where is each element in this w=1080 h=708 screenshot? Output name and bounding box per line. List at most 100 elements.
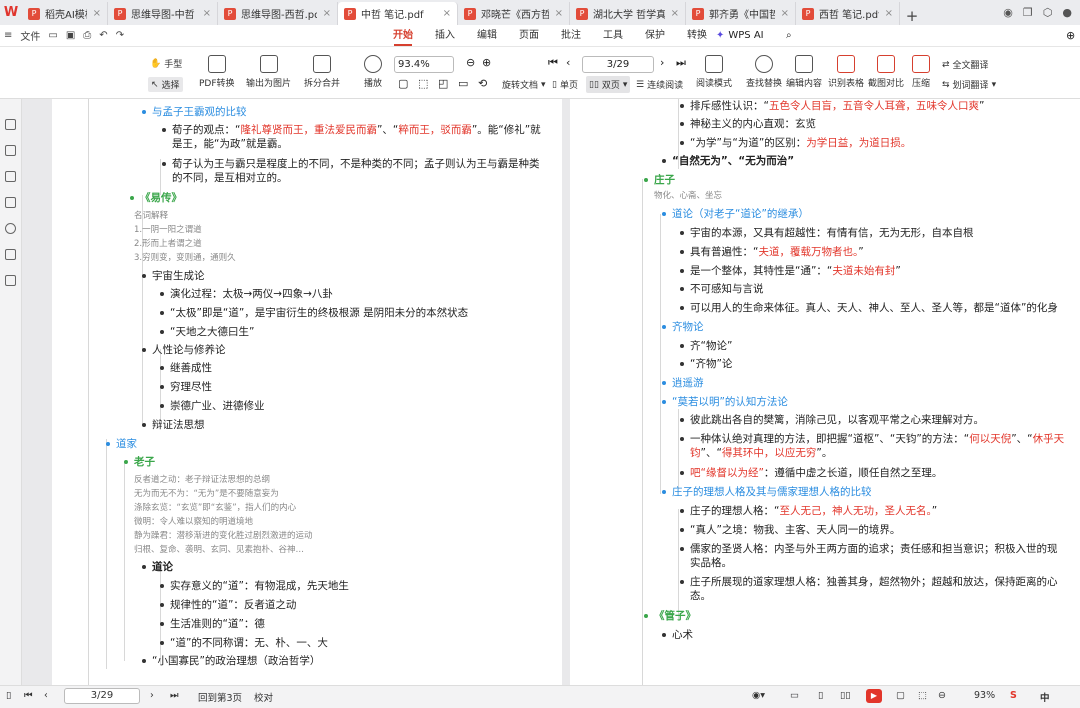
export-image-button[interactable]: 输出为图片 bbox=[246, 55, 291, 89]
ime-language[interactable]: 中 bbox=[1040, 690, 1050, 704]
menu-item-5[interactable]: 工具 bbox=[592, 25, 634, 47]
pdf-convert-button[interactable]: PDF转换 bbox=[199, 55, 235, 89]
page-input[interactable]: 3/29 bbox=[582, 56, 654, 73]
close-icon[interactable]: × bbox=[885, 8, 893, 19]
text-segment: ”、“ bbox=[700, 447, 722, 459]
read-mode-button[interactable]: 阅读模式 bbox=[696, 55, 732, 89]
rotate-document-button[interactable]: 旋转文档 ▾ bbox=[502, 78, 546, 92]
zoom-in-icon[interactable]: ⊕ bbox=[482, 56, 491, 69]
compress-button[interactable]: 压缩 bbox=[912, 55, 930, 89]
undo-icon[interactable]: ↶ bbox=[99, 30, 107, 41]
double-page-button[interactable]: ▯▯ 双页 ▾ bbox=[586, 76, 631, 93]
menu-item-0[interactable]: 开始 bbox=[382, 25, 424, 47]
prev-page-icon[interactable]: ‹ bbox=[566, 56, 570, 69]
document-area: 与孟子王霸观的比较 荀子的观点：“隆礼尊贤而王，重法爱民而霸”、“粹而王，驳而霸”… bbox=[22, 99, 1080, 685]
tab-6[interactable]: P 郭齐勇《中国哲学史》 × bbox=[686, 2, 796, 25]
close-icon[interactable]: × bbox=[93, 8, 101, 19]
search-icon[interactable]: ⌕ bbox=[786, 30, 792, 41]
select-tool[interactable]: ↖ 选择 bbox=[148, 77, 183, 92]
double-view-icon[interactable]: ▯ bbox=[818, 690, 823, 701]
split-merge-button[interactable]: 拆分合并 bbox=[304, 55, 340, 89]
signature-icon[interactable] bbox=[5, 249, 16, 260]
zoom-out-icon[interactable]: ⊖ bbox=[938, 690, 946, 701]
close-icon[interactable]: × bbox=[671, 8, 679, 19]
save-icon[interactable]: ▣ bbox=[66, 30, 75, 41]
tab-7[interactable]: P 西哲 笔记.pdf × bbox=[796, 2, 900, 25]
close-icon[interactable]: × bbox=[781, 8, 789, 19]
find-replace-button[interactable]: 查找替换 bbox=[746, 55, 782, 89]
zoom-out-icon[interactable]: ⊖ bbox=[466, 56, 475, 69]
next-page-icon[interactable]: › bbox=[660, 56, 664, 69]
zoom-level[interactable]: 93% bbox=[974, 690, 995, 701]
prev-page-icon[interactable]: ‹ bbox=[44, 690, 48, 701]
comment-icon[interactable] bbox=[5, 197, 16, 208]
ime-icon[interactable]: S bbox=[1010, 690, 1017, 701]
menu-item-2[interactable]: 编辑 bbox=[466, 25, 508, 47]
attachment-icon[interactable] bbox=[5, 223, 16, 234]
menu-icon[interactable]: ≡ bbox=[4, 30, 12, 41]
recognize-table-button[interactable]: 识别表格 bbox=[828, 55, 864, 89]
menu-item-4[interactable]: 批注 bbox=[550, 25, 592, 47]
first-page-icon[interactable]: ⏮ bbox=[24, 690, 33, 701]
print-icon[interactable]: ⎙ bbox=[83, 30, 91, 41]
close-icon[interactable]: × bbox=[555, 8, 563, 19]
continuous-read-button[interactable]: ☰ 连续阅读 bbox=[636, 78, 683, 92]
wps-logo-icon[interactable]: W bbox=[0, 0, 22, 25]
tab-5[interactable]: P 湖北大学 哲学真题200 × bbox=[570, 2, 686, 25]
bookmark-icon[interactable] bbox=[5, 119, 16, 130]
menu-item-7[interactable]: 转换 bbox=[676, 25, 718, 47]
fit-icon[interactable]: ▢ bbox=[398, 77, 408, 90]
file-menu[interactable]: 文件 bbox=[20, 28, 40, 43]
tab-1[interactable]: P 思维导图-中哲 × bbox=[108, 2, 218, 25]
tab-4[interactable]: P 邓晓芒《西方哲学史》 × bbox=[458, 2, 570, 25]
tab-3[interactable]: P 中哲 笔记.pdf × bbox=[338, 2, 458, 25]
wps-ai-button[interactable]: ✦ WPS AI bbox=[716, 30, 764, 41]
redo-icon[interactable]: ↷ bbox=[116, 30, 124, 41]
layers-icon[interactable] bbox=[5, 275, 16, 286]
folder-icon[interactable]: ▭ bbox=[48, 30, 57, 41]
last-page-icon[interactable]: ⏭ bbox=[676, 56, 686, 70]
play-button[interactable]: 播放 bbox=[364, 55, 382, 89]
play-icon[interactable]: ▶ bbox=[866, 689, 882, 703]
menu-item-3[interactable]: 页面 bbox=[508, 25, 550, 47]
single-page-button[interactable]: ▯ 单页 bbox=[552, 78, 578, 92]
eye-icon[interactable]: ◉▾ bbox=[752, 690, 765, 701]
close-icon[interactable]: × bbox=[323, 8, 331, 19]
double-page-icon: ▯▯ bbox=[589, 79, 599, 90]
restore-icon[interactable]: ❐ bbox=[1023, 6, 1033, 19]
hand-tool[interactable]: ✋ 手型 bbox=[150, 57, 182, 71]
menu-item-1[interactable]: 插入 bbox=[424, 25, 466, 47]
expand-icon[interactable]: ⊕ bbox=[1066, 29, 1075, 42]
close-icon[interactable]: × bbox=[203, 8, 211, 19]
menu-item-6[interactable]: 保护 bbox=[634, 25, 676, 47]
proofread-button[interactable]: 校对 bbox=[254, 690, 273, 704]
zoom-input[interactable]: 93.4% bbox=[394, 56, 454, 73]
tab-2[interactable]: P 思维导图-西哲.pdf（已 × bbox=[218, 2, 338, 25]
first-page-icon[interactable]: ⏮ bbox=[548, 56, 558, 70]
translate-select-button[interactable]: ⇆ 划词翻译 ▾ bbox=[942, 78, 996, 92]
status-page-input[interactable]: 3/29 bbox=[64, 688, 140, 704]
sidebar-toggle-icon[interactable]: ▯ bbox=[6, 690, 11, 701]
image-icon[interactable] bbox=[5, 171, 16, 182]
avatar[interactable]: ● bbox=[1062, 6, 1072, 19]
box-icon[interactable]: ⬡ bbox=[1043, 6, 1053, 19]
fit-icon[interactable]: ▢ bbox=[896, 690, 905, 701]
translate-full-button[interactable]: ⇄ 全文翻译 bbox=[942, 58, 989, 72]
account-icon[interactable]: ◉ bbox=[1003, 6, 1013, 19]
new-tab-button[interactable]: + bbox=[900, 7, 924, 25]
fit-width-icon[interactable]: ⬚ bbox=[418, 77, 428, 90]
rotate-icon[interactable]: ⟲ bbox=[478, 77, 487, 90]
screenshot-compare-button[interactable]: 截图对比 bbox=[868, 55, 904, 89]
crop-icon[interactable]: ◰ bbox=[438, 77, 448, 90]
next-page-icon[interactable]: › bbox=[150, 690, 154, 701]
frame-icon[interactable]: ▭ bbox=[458, 77, 468, 90]
last-page-icon[interactable]: ⏭ bbox=[170, 690, 179, 701]
fit-width-icon[interactable]: ⬚ bbox=[918, 690, 927, 701]
thumbnail-icon[interactable] bbox=[5, 145, 16, 156]
single-view-icon[interactable]: ▭ bbox=[790, 690, 799, 701]
close-icon[interactable]: × bbox=[443, 8, 451, 19]
back-to-page-link[interactable]: 回到第3页 bbox=[198, 690, 242, 704]
edit-content-button[interactable]: 编辑内容 bbox=[786, 55, 822, 89]
tab-0[interactable]: P 稻壳AI模板 × bbox=[22, 2, 108, 25]
continuous-view-icon[interactable]: ▯▯ bbox=[840, 690, 850, 701]
